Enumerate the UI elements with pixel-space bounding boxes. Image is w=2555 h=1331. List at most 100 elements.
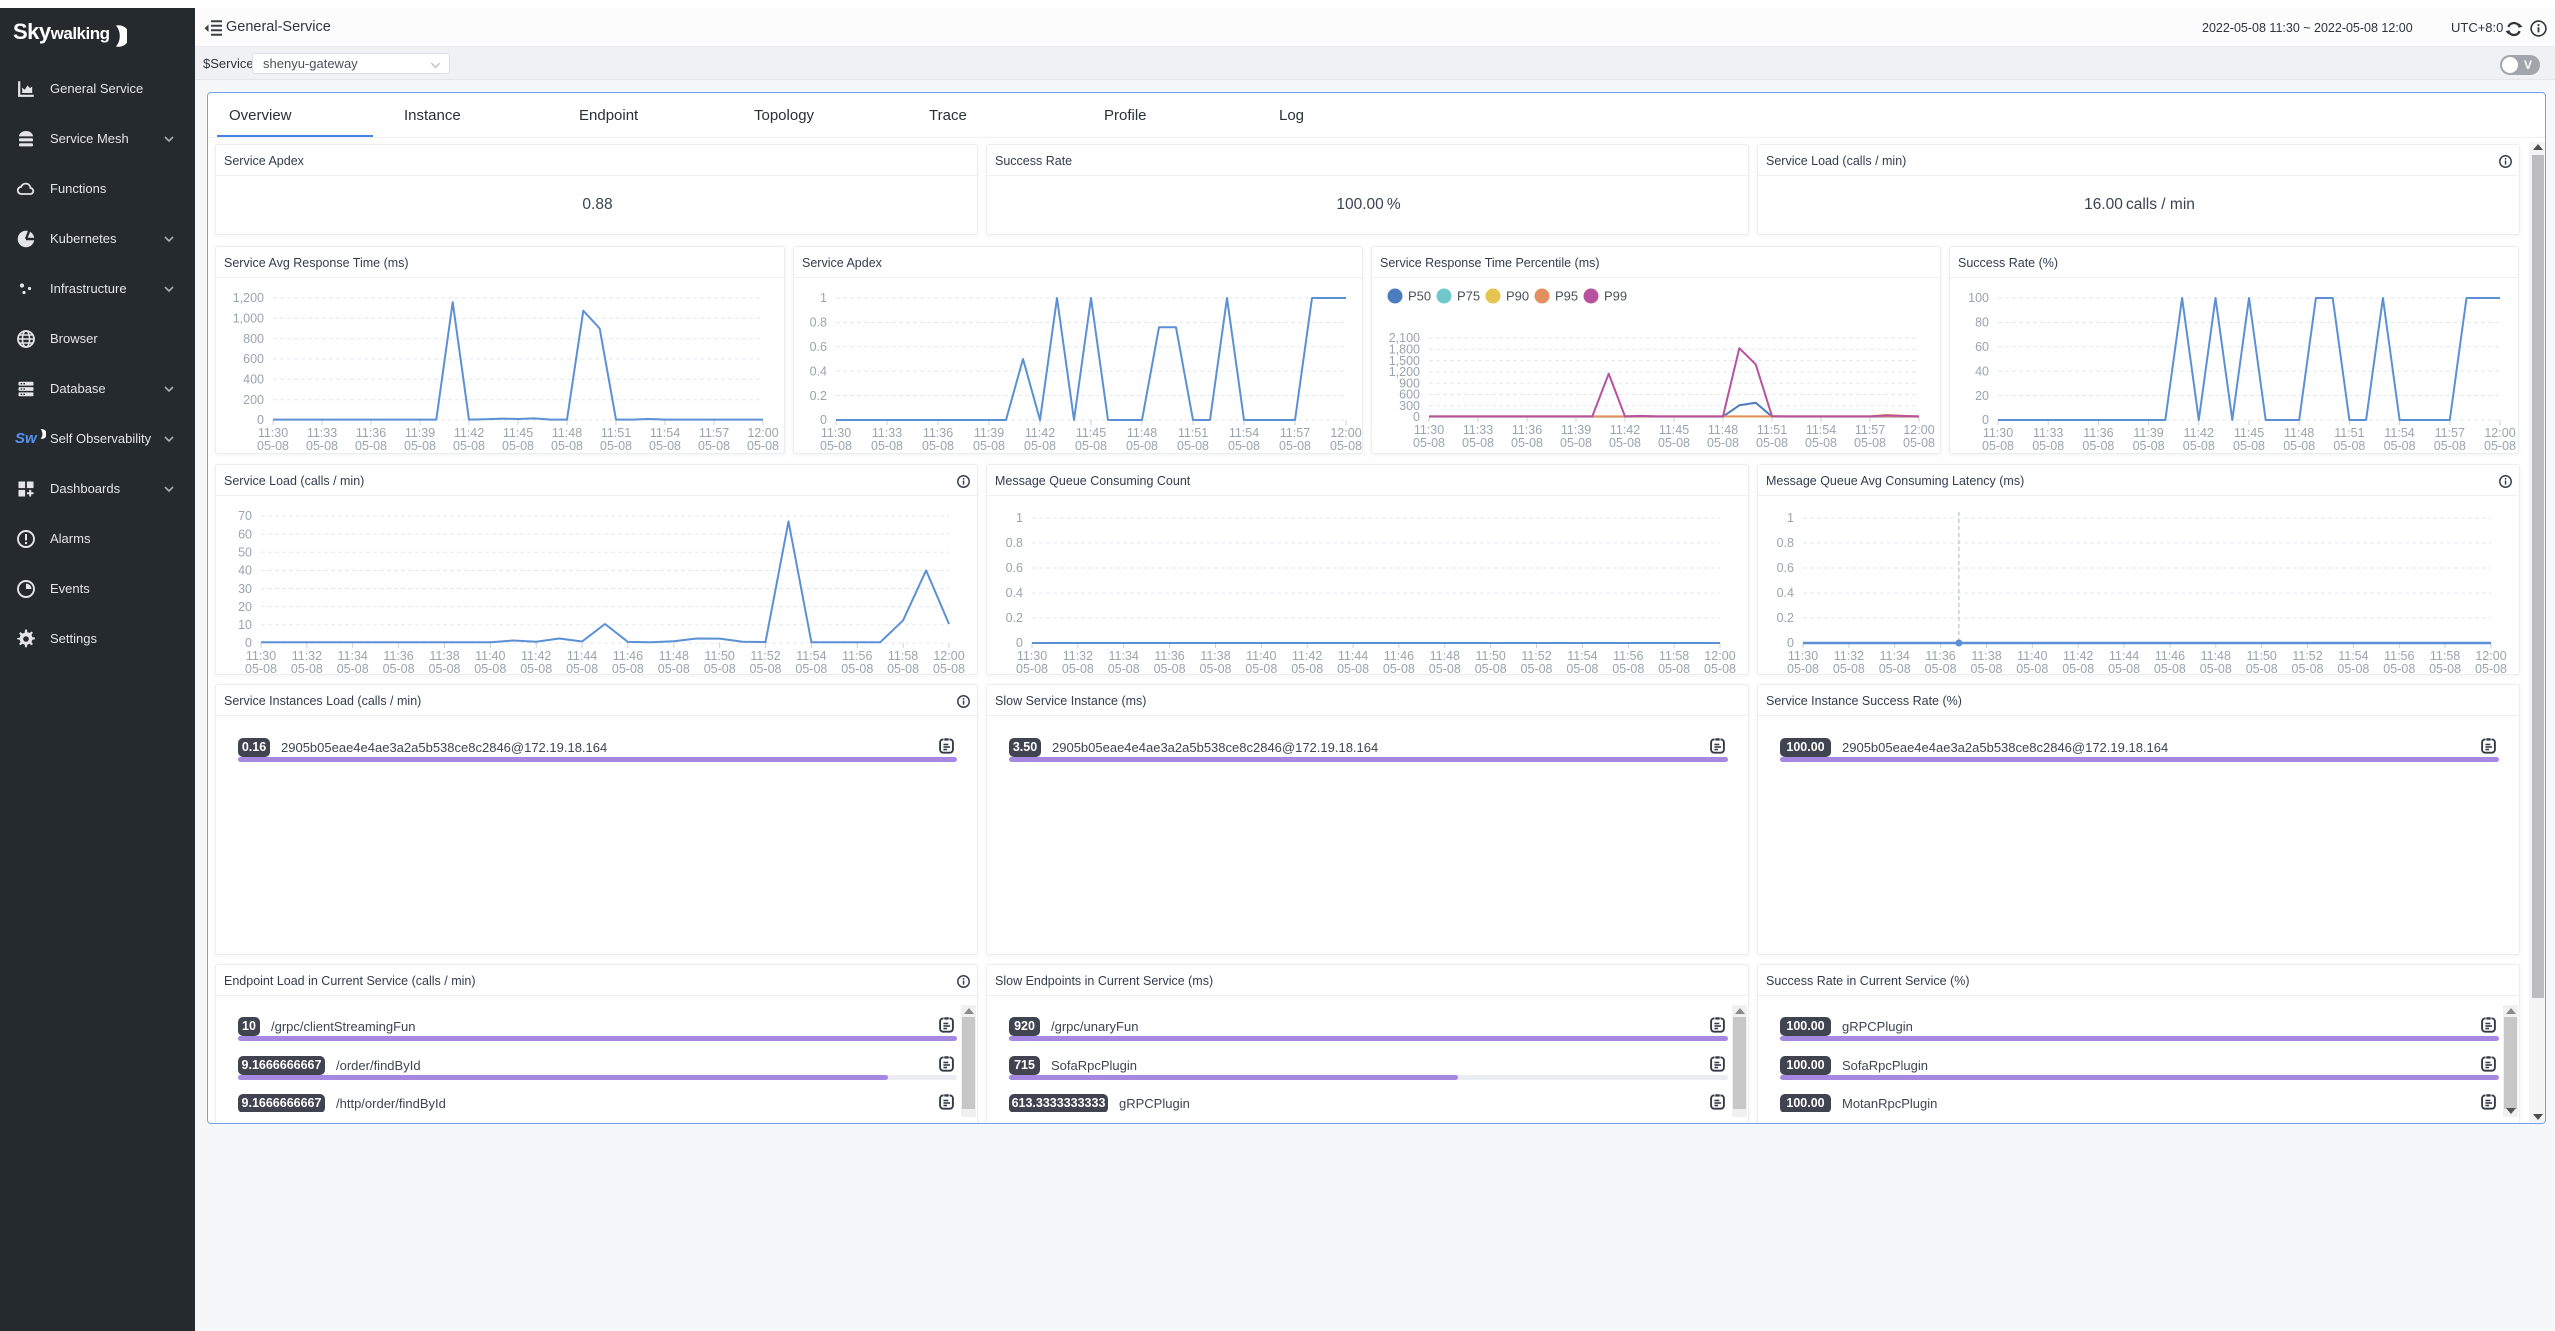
svg-text:05-08: 05-08 [2429,662,2461,675]
svg-text:05-08: 05-08 [404,439,436,453]
svg-text:11:56: 11:56 [842,649,872,663]
svg-text:05-08: 05-08 [1279,439,1311,453]
svg-text:11:34: 11:34 [1880,649,1910,663]
svg-text:05-08: 05-08 [820,439,852,453]
svg-text:05-08: 05-08 [1854,436,1886,450]
svg-text:05-08: 05-08 [871,439,903,453]
svg-text:P99: P99 [1604,289,1627,304]
svg-text:400: 400 [243,373,264,387]
svg-text:11:48: 11:48 [1708,423,1738,437]
svg-text:P75: P75 [1457,289,1480,304]
svg-text:05-08: 05-08 [973,439,1005,453]
svg-text:05-08: 05-08 [2333,439,2365,453]
svg-text:05-08: 05-08 [1658,436,1690,450]
svg-text:05-08: 05-08 [1108,662,1140,675]
svg-text:11:40: 11:40 [475,649,505,663]
svg-text:05-08: 05-08 [747,439,779,453]
svg-text:P95: P95 [1555,289,1578,304]
svg-text:05-08: 05-08 [2032,439,2064,453]
svg-text:P90: P90 [1506,289,1529,304]
svg-text:05-08: 05-08 [1704,662,1736,675]
svg-text:05-08: 05-08 [1126,439,1158,453]
svg-text:05-08: 05-08 [1200,662,1232,675]
svg-text:11:52: 11:52 [1521,649,1551,663]
svg-text:11:44: 11:44 [2109,649,2139,663]
svg-text:11:38: 11:38 [429,649,459,663]
svg-text:60: 60 [1975,340,1989,354]
svg-text:11:42: 11:42 [1610,423,1640,437]
svg-text:11:46: 11:46 [613,649,643,663]
svg-text:11:51: 11:51 [2334,426,2364,440]
svg-text:0.4: 0.4 [1777,586,1794,600]
svg-text:05-08: 05-08 [566,662,598,675]
svg-text:12:00: 12:00 [2475,649,2506,663]
svg-text:05-08: 05-08 [933,662,965,675]
svg-text:05-08: 05-08 [795,662,827,675]
svg-text:11:38: 11:38 [1200,649,1230,663]
svg-text:11:30: 11:30 [1017,649,1047,663]
svg-text:05-08: 05-08 [1062,662,1094,675]
svg-text:11:44: 11:44 [567,649,597,663]
svg-text:05-08: 05-08 [1805,436,1837,450]
svg-text:11:57: 11:57 [1855,423,1885,437]
svg-text:11:57: 11:57 [2435,426,2465,440]
svg-text:11:34: 11:34 [338,649,368,663]
svg-text:12:00: 12:00 [2484,426,2515,440]
svg-text:0.8: 0.8 [1006,536,1023,550]
svg-text:11:48: 11:48 [1430,649,1460,663]
svg-text:05-08: 05-08 [1982,439,2014,453]
svg-text:05-08: 05-08 [1177,439,1209,453]
svg-text:20: 20 [1975,389,1989,403]
svg-text:11:48: 11:48 [1127,426,1157,440]
svg-text:05-08: 05-08 [2133,439,2165,453]
svg-text:11:45: 11:45 [503,426,533,440]
svg-text:11:58: 11:58 [1659,649,1689,663]
svg-text:05-08: 05-08 [1879,662,1911,675]
svg-text:05-08: 05-08 [1658,662,1690,675]
svg-text:11:30: 11:30 [1414,423,1444,437]
svg-text:05-08: 05-08 [1756,436,1788,450]
svg-text:05-08: 05-08 [1609,436,1641,450]
svg-text:1,000: 1,000 [233,312,264,326]
svg-text:11:52: 11:52 [750,649,780,663]
svg-text:100: 100 [1968,291,1989,305]
svg-text:11:30: 11:30 [1983,426,2013,440]
svg-text:11:48: 11:48 [2284,426,2314,440]
svg-text:05-08: 05-08 [2082,439,2114,453]
svg-text:12:00: 12:00 [1330,426,1361,440]
svg-text:11:30: 11:30 [821,426,851,440]
svg-text:05-08: 05-08 [2016,662,2048,675]
svg-text:05-08: 05-08 [2383,662,2415,675]
svg-text:11:51: 11:51 [1178,426,1208,440]
svg-text:11:54: 11:54 [2338,649,2368,663]
svg-text:05-08: 05-08 [520,662,552,675]
svg-text:05-08: 05-08 [2384,439,2416,453]
svg-text:11:33: 11:33 [2033,426,2063,440]
svg-text:800: 800 [243,332,264,346]
svg-text:11:51: 11:51 [601,426,631,440]
svg-text:11:32: 11:32 [1063,649,1093,663]
svg-text:11:44: 11:44 [1338,649,1368,663]
svg-text:1,200: 1,200 [233,291,264,305]
svg-text:05-08: 05-08 [2246,662,2278,675]
svg-text:05-08: 05-08 [1612,662,1644,675]
svg-text:11:34: 11:34 [1109,649,1139,663]
svg-text:11:54: 11:54 [1229,426,1259,440]
svg-text:05-08: 05-08 [429,662,461,675]
svg-text:11:39: 11:39 [1561,423,1591,437]
svg-text:11:48: 11:48 [659,649,689,663]
svg-text:05-08: 05-08 [2434,439,2466,453]
svg-text:05-08: 05-08 [1566,662,1598,675]
svg-text:11:56: 11:56 [1613,649,1643,663]
svg-text:11:45: 11:45 [1659,423,1689,437]
svg-text:11:36: 11:36 [923,426,953,440]
svg-text:11:54: 11:54 [2384,426,2414,440]
svg-text:11:50: 11:50 [2247,649,2277,663]
svg-text:10: 10 [238,618,252,632]
svg-text:1: 1 [820,291,827,305]
svg-text:11:38: 11:38 [1971,649,2001,663]
svg-text:05-08: 05-08 [698,439,730,453]
svg-text:12:00: 12:00 [747,426,778,440]
svg-text:05-08: 05-08 [2292,662,2324,675]
svg-text:05-08: 05-08 [1245,662,1277,675]
